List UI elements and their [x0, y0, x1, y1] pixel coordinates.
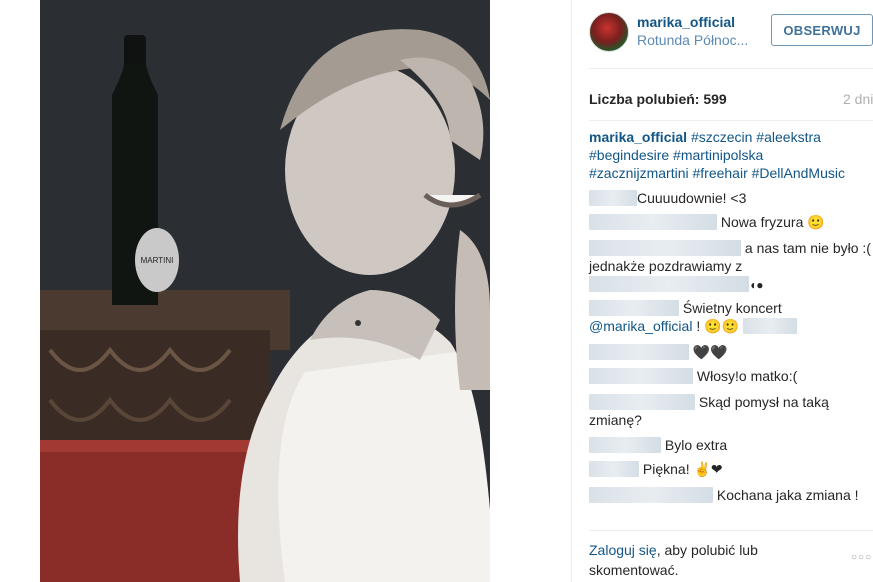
blurred-username[interactable]	[589, 240, 741, 256]
blurred-username[interactable]	[589, 461, 639, 477]
blurred-username[interactable]	[589, 214, 717, 230]
comment-text: Skąd pomysł na taką	[698, 394, 829, 410]
caption-hashtags[interactable]: #szczecin #aleekstra	[691, 129, 821, 145]
comment-text: zmianę?	[589, 412, 642, 428]
comment: Kochana jaka zmiana !	[589, 486, 859, 504]
caption-username[interactable]: marika_official	[589, 129, 687, 145]
caption-hashtags[interactable]: #zacznijzmartini #freehair #DellAndMusic	[589, 165, 845, 181]
comment-text: Cuuuudownie! <3	[637, 190, 747, 206]
blurred-username[interactable]	[589, 190, 637, 206]
comment: a nas tam nie było :( jednakże pozdrawia…	[589, 240, 871, 292]
blurred-text	[589, 276, 749, 292]
more-options-icon[interactable]: ○○○	[851, 552, 872, 563]
blurred-username[interactable]	[589, 368, 693, 384]
blurred-text	[742, 318, 797, 334]
login-text: skomentować.	[589, 562, 679, 578]
blurred-username[interactable]	[589, 300, 679, 316]
post-username[interactable]: marika_official	[637, 14, 735, 30]
follow-button[interactable]: OBSERWUJ	[771, 14, 873, 46]
post-date[interactable]: 2 dni	[843, 91, 873, 107]
comment-text: a nas tam nie było :(	[744, 240, 871, 256]
comment-text: Bylo extra	[664, 437, 728, 453]
blurred-username[interactable]	[589, 394, 695, 410]
comment-text: ! 🙂🙂	[696, 318, 739, 334]
comment: Bylo extra	[589, 436, 727, 454]
caption-hashtags[interactable]: #begindesire #martinipolska	[589, 147, 763, 163]
comment: Włosy!o matko:(	[589, 367, 797, 385]
comment: 🖤🖤	[589, 343, 728, 361]
post-location[interactable]: Rotunda Północ...	[637, 32, 748, 48]
login-prompt: Zaloguj się, aby polubić lub skomentować…	[589, 540, 758, 580]
bottle-label: MARTINI	[141, 256, 174, 265]
post-caption: marika_official #szczecin #aleekstra #be…	[589, 128, 871, 182]
photo-illustration: MARTINI	[40, 0, 490, 582]
blurred-username[interactable]	[589, 344, 689, 360]
comment-text: Włosy!o matko:(	[696, 368, 798, 384]
comment-text: jednakże pozdrawiamy z	[589, 258, 743, 274]
likes-count[interactable]: Liczba polubień: 599	[589, 91, 727, 107]
comment-text: Piękna! ✌❤	[642, 461, 723, 477]
comment: Nowa fryzura 🙂	[589, 213, 825, 231]
comment: Skąd pomysł na taką zmianę?	[589, 393, 829, 429]
blurred-username[interactable]	[589, 487, 713, 503]
comment: Piękna! ✌❤	[589, 460, 723, 478]
comment-text: Nowa fryzura 🙂	[720, 214, 825, 230]
post-photo[interactable]: MARTINI	[40, 0, 490, 582]
comment: Świetny koncert @marika_official ! 🙂🙂	[589, 299, 797, 335]
comment-text: Świetny koncert	[682, 300, 782, 316]
divider	[589, 530, 873, 531]
login-text: , aby polubić lub	[656, 542, 758, 558]
comment-mention[interactable]: @marika_official	[589, 318, 692, 334]
avatar[interactable]	[589, 12, 629, 52]
comment-text: Kochana jaka zmiana !	[716, 487, 859, 503]
divider	[589, 68, 873, 69]
blurred-username[interactable]	[589, 437, 661, 453]
login-link[interactable]: Zaloguj się	[589, 542, 657, 558]
divider	[589, 120, 873, 121]
comment: Cuuuudownie! <3	[589, 189, 746, 207]
comment-text: 🖤🖤	[692, 344, 728, 360]
